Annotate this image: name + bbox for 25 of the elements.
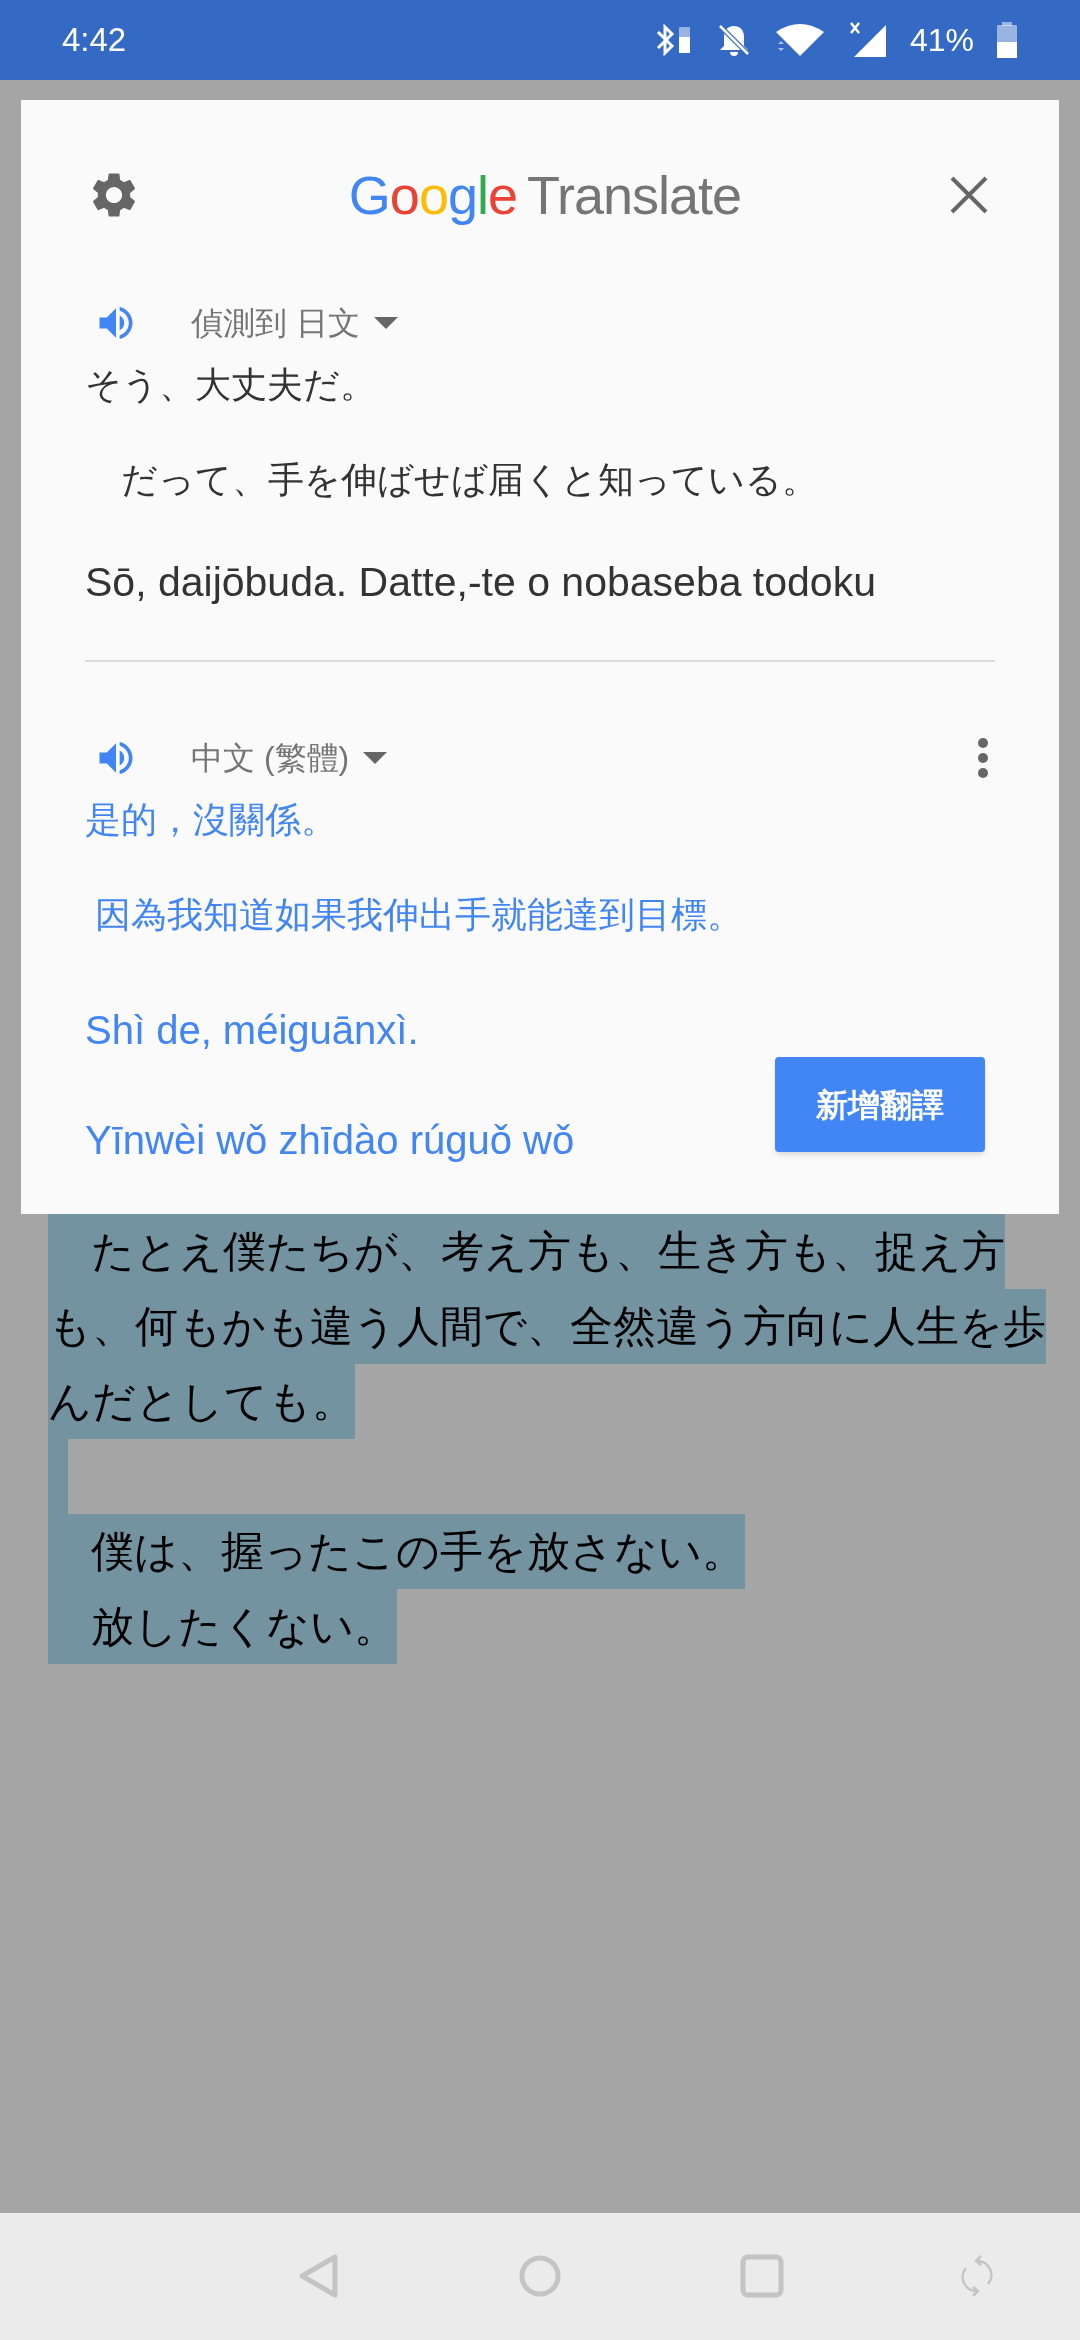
battery-icon xyxy=(996,22,1018,58)
dropdown-caret-icon xyxy=(373,316,398,329)
highlighted-text: 僕は、握ったこの手を放さない。 xyxy=(48,1514,745,1589)
source-text: だって、手を伸ばせば届くと知っている。 xyxy=(120,458,819,502)
highlighted-text: 放したくない。 xyxy=(48,1589,397,1664)
romanization-text: Sō, daijōbuda. Datte,-te o nobaseba todoku xyxy=(85,557,877,607)
dropdown-caret-icon xyxy=(363,751,388,764)
cell-signal-icon xyxy=(847,21,888,59)
pinyin-text: Yīnwèi wǒ zhīdào rúguǒ wǒ xyxy=(85,1116,576,1164)
source-text: そう、大丈夫だ。 xyxy=(85,363,377,407)
add-translation-button[interactable]: 新增翻譯 xyxy=(775,1057,985,1152)
logo-wordmark: Google xyxy=(348,163,518,227)
highlighted-text: も、何もかも違う人間で、全然違う方向に人生を歩 xyxy=(48,1289,1046,1364)
translated-text: 是的，沒關係。 xyxy=(85,798,338,842)
more-options-icon[interactable] xyxy=(977,737,989,778)
pinyin-text: Shì de, méiguānxì. xyxy=(85,1006,420,1054)
battery-percent: 41% xyxy=(909,21,974,60)
source-language-dropdown[interactable]: 偵測到 日文 xyxy=(191,298,398,347)
highlighted-text: たとえ僕たちが、考え方も、生き方も、捉え方 xyxy=(48,1214,1005,1289)
app-title: Translate xyxy=(527,163,742,227)
translated-text: 因為我知道如果我伸出手就能達到目標。 xyxy=(94,893,744,937)
close-icon[interactable] xyxy=(949,175,989,215)
target-language-dropdown[interactable]: 中文 (繁體) xyxy=(191,733,388,782)
highlighted-text: んだとしても。 xyxy=(48,1364,355,1439)
status-time: 4:42 xyxy=(62,20,127,61)
